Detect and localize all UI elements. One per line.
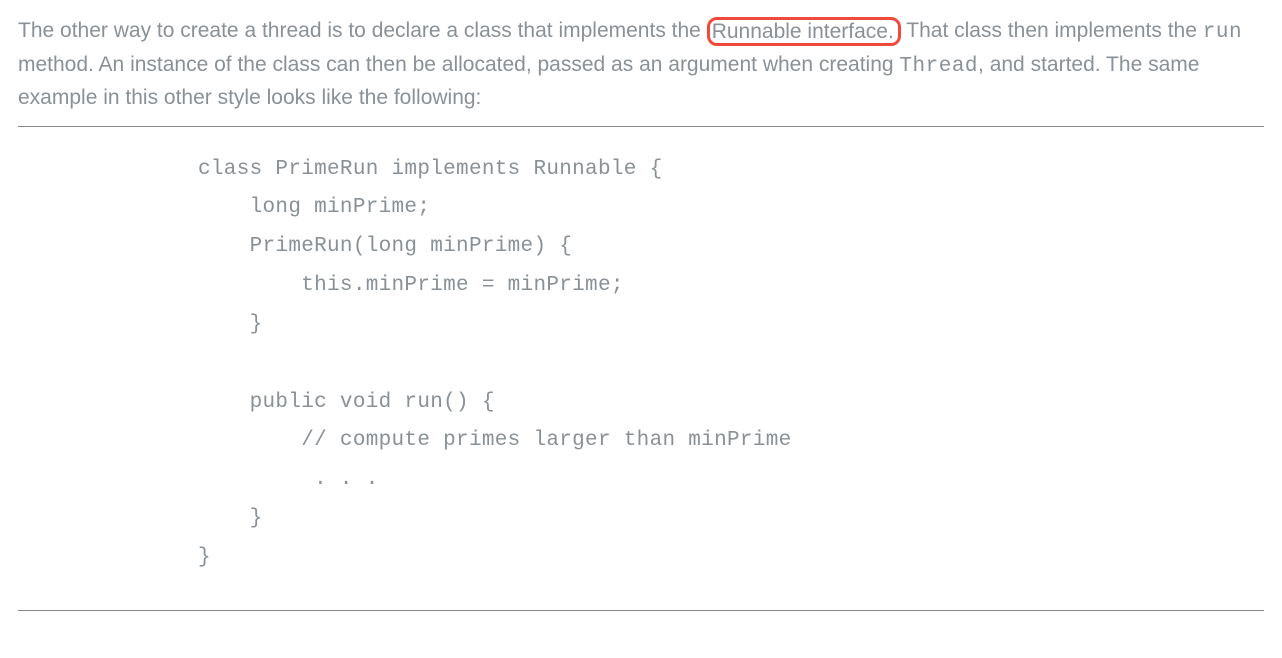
description-paragraph: The other way to create a thread is to d… xyxy=(18,15,1264,114)
code-example: class PrimeRun implements Runnable { lon… xyxy=(18,127,1264,610)
highlighted-text: Runnable interface. xyxy=(707,17,901,46)
inline-code-run: run xyxy=(1203,21,1242,44)
desc-part1: The other way to create a thread is to d… xyxy=(18,19,707,42)
desc-part3: method. An instance of the class can the… xyxy=(18,53,899,76)
desc-part2: That class then implements the xyxy=(901,19,1203,42)
inline-code-thread: Thread xyxy=(899,55,978,78)
bottom-divider xyxy=(18,610,1264,611)
